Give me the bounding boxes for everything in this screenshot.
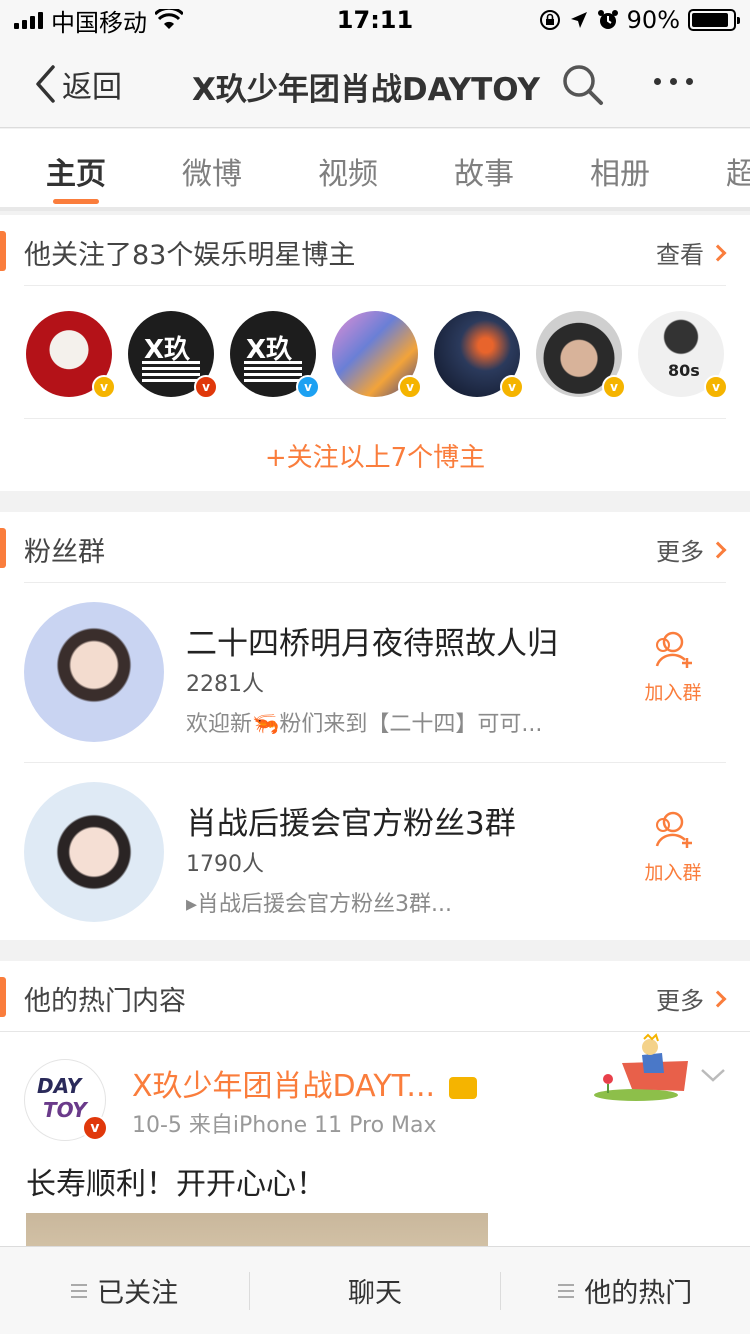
post-text: 长寿顺利！开开心心！: [26, 1167, 326, 1202]
group-last-message: ▸肖战后援会官方粉丝3群...: [186, 892, 453, 917]
search-icon[interactable]: [562, 64, 604, 106]
fan-groups-title: 粉丝群: [24, 537, 105, 568]
verified-badge-icon: v: [398, 375, 422, 399]
signal-icon: [14, 11, 43, 29]
celeb-avatar-3[interactable]: X玖 v: [230, 311, 320, 401]
divider: [24, 285, 726, 286]
hot-content-more-label: 更多: [656, 987, 704, 1015]
group-member-count: 1790人: [186, 852, 264, 877]
chevron-right-icon: [709, 990, 727, 1007]
little-prince-sticker-icon: [594, 1033, 688, 1101]
group-avatar: [24, 602, 164, 742]
celeb-avatar-2[interactable]: X玖 v: [128, 311, 218, 401]
page-title: X玖少年团肖战DAYTOY: [192, 72, 540, 108]
tab-home[interactable]: 主页: [46, 149, 106, 193]
tab-video[interactable]: 视频: [318, 149, 378, 193]
chevron-down-icon[interactable]: [700, 1067, 726, 1083]
chevron-right-icon: [709, 541, 727, 558]
post-author-name[interactable]: X玖少年团肖战DAYT...: [132, 1061, 477, 1105]
avatar-logo-line-2: TOY: [43, 1098, 87, 1122]
battery-icon: [688, 9, 740, 31]
section-accent-bar: [0, 977, 6, 1017]
status-bar: 中国移动 17:11 90%: [0, 0, 750, 40]
celeb-avatar-5[interactable]: v: [434, 311, 524, 401]
join-group-button[interactable]: 加入群: [640, 810, 706, 885]
more-options-icon[interactable]: [654, 78, 693, 85]
group-name: 肖战后援会官方粉丝3群: [186, 806, 516, 842]
location-icon: [570, 12, 587, 28]
post-author-name-text: X玖少年团肖战DAYT...: [132, 1069, 436, 1104]
back-button[interactable]: 返回: [34, 62, 122, 106]
verified-badge-icon: v: [92, 375, 116, 399]
follow-all-button[interactable]: +关注以上7个博主: [0, 437, 750, 474]
following-header: 他关注了83个娱乐明星博主 查看: [0, 215, 750, 287]
chevron-right-icon: [709, 244, 727, 261]
divider: [24, 418, 726, 419]
avatar-logo-line-1: DAY: [37, 1074, 82, 1098]
bottom-action-bar: 已关注 聊天 他的热门: [0, 1246, 750, 1334]
verified-badge-icon: v: [500, 375, 524, 399]
menu-icon: [558, 1283, 575, 1298]
profile-tabs: 主页 微博 视频 故事 相册 超: [0, 129, 750, 211]
his-hot-label: 他的热门: [584, 1278, 693, 1309]
following-view-label: 查看: [656, 241, 704, 269]
section-accent-bar: [0, 231, 6, 271]
post-image[interactable]: [26, 1213, 488, 1246]
celeb-avatar-6[interactable]: v: [536, 311, 626, 401]
tab-super-topic[interactable]: 超: [726, 149, 750, 193]
followed-label: 已关注: [97, 1278, 179, 1309]
group-name: 二十四桥明月夜待照故人归: [186, 626, 558, 662]
following-card: 他关注了83个娱乐明星博主 查看 v X玖 v X玖 v v v v 80s v…: [0, 215, 750, 491]
verified-badge-icon: v: [194, 375, 218, 399]
fan-groups-header: 粉丝群 更多: [0, 512, 750, 584]
divider: [0, 1031, 750, 1032]
crown-icon: [448, 1076, 477, 1099]
verified-badge-icon: v: [296, 375, 320, 399]
group-member-count: 2281人: [186, 672, 264, 697]
verified-badge-icon: v: [82, 1115, 108, 1141]
chevron-left-icon: [36, 65, 55, 103]
join-group-label: 加入群: [644, 862, 702, 884]
tab-weibo[interactable]: 微博: [182, 149, 242, 193]
followed-button[interactable]: 已关注: [0, 1247, 249, 1334]
tab-story[interactable]: 故事: [454, 149, 514, 193]
add-user-icon: [655, 811, 692, 848]
alarm-icon: [597, 10, 618, 29]
add-user-icon: [655, 631, 692, 668]
celeb-avatar-1[interactable]: v: [26, 311, 116, 401]
fan-groups-more-label: 更多: [656, 538, 704, 566]
active-tab-indicator: [53, 199, 99, 204]
battery-percent: 90%: [626, 6, 680, 34]
hot-content-card: 他的热门内容 更多 DAY TOY v X玖少年团肖战DAYT... 10-5 …: [0, 961, 750, 1246]
hot-content-title: 他的热门内容: [24, 986, 186, 1017]
group-avatar: [24, 782, 164, 922]
celeb-avatar-4[interactable]: v: [332, 311, 422, 401]
fan-groups-card: 粉丝群 更多 二十四桥明月夜待照故人归 2281人 欢迎新🦐粉们来到【二十四】可…: [0, 512, 750, 940]
wifi-icon: [155, 9, 183, 29]
join-group-button[interactable]: 加入群: [640, 630, 706, 705]
hot-content-header: 他的热门内容 更多: [0, 961, 750, 1033]
fan-group-item[interactable]: 肖战后援会官方粉丝3群 1790人 ▸肖战后援会官方粉丝3群... 加入群: [0, 762, 750, 942]
fan-groups-more-button[interactable]: 更多: [656, 532, 727, 567]
following-view-button[interactable]: 查看: [656, 235, 727, 270]
chat-button[interactable]: 聊天: [250, 1247, 499, 1334]
post-meta: 10-5 来自iPhone 11 Pro Max: [132, 1113, 437, 1138]
following-title: 他关注了83个娱乐明星博主: [24, 240, 356, 271]
carrier-label: 中国移动: [51, 8, 147, 37]
group-last-message: 欢迎新🦐粉们来到【二十四】可可...: [186, 712, 543, 737]
fan-group-item[interactable]: 二十四桥明月夜待照故人归 2281人 欢迎新🦐粉们来到【二十四】可可... 加入…: [0, 582, 750, 762]
chat-label: 聊天: [347, 1278, 402, 1309]
hot-content-more-button[interactable]: 更多: [656, 981, 727, 1016]
verified-badge-icon: v: [602, 375, 626, 399]
section-accent-bar: [0, 528, 6, 568]
back-label: 返回: [62, 70, 122, 105]
celeb-avatar-7[interactable]: 80s v: [638, 311, 728, 401]
join-group-label: 加入群: [644, 682, 702, 704]
verified-badge-icon: v: [704, 375, 728, 399]
tab-album[interactable]: 相册: [590, 149, 650, 193]
menu-icon: [71, 1283, 88, 1298]
nav-bar: 返回 X玖少年团肖战DAYTOY: [0, 40, 750, 128]
orientation-lock-icon: [539, 10, 560, 30]
his-hot-button[interactable]: 他的热门: [501, 1247, 750, 1334]
